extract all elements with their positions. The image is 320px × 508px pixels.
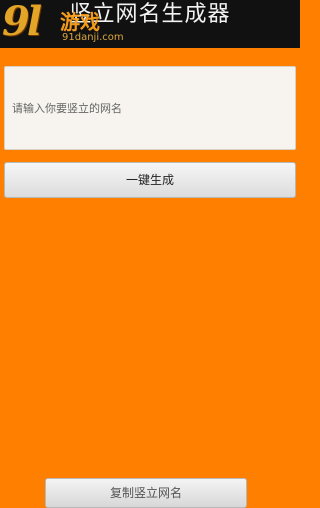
copy-button[interactable]: 复制竖立网名 [45,478,247,508]
watermark-domain: 91danji.com [62,32,124,43]
watermark-logo: 9l 游戏 91danji.com [2,0,124,48]
generate-button[interactable]: 一键生成 [4,162,296,198]
name-input[interactable]: 请输入你要竖立的网名 [4,66,296,150]
watermark-game-text: 游戏 [60,10,100,34]
name-input-placeholder: 请输入你要竖立的网名 [12,102,122,115]
watermark-logo-mark: 9l [2,0,42,45]
